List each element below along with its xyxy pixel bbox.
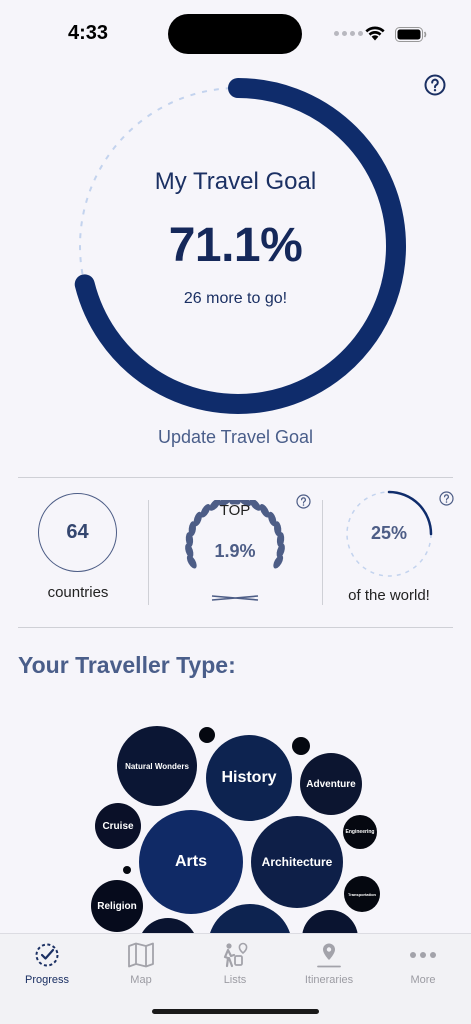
traveller-type-bubble[interactable]: Religion [91,880,143,932]
dynamic-island [168,14,302,54]
traveller-type-bubble[interactable]: History [206,735,292,821]
world-help-icon[interactable] [439,491,454,506]
traveller-type-bubble[interactable]: Arts [139,810,243,914]
signal-icon [334,31,363,36]
tab-label: Map [130,974,152,986]
itineraries-icon [317,943,341,968]
goal-percent: 71.1% [168,219,303,272]
traveller-type-bubble[interactable]: Adventure [300,753,362,815]
bubble-label: Arts [174,853,207,870]
rank-label: TOP [219,502,251,519]
world-percent: 25% [370,523,408,543]
traveller-type-bubble[interactable] [302,910,358,935]
rank-value: 1.9% [214,541,256,561]
bubble-label: Adventure [306,778,356,790]
traveller-type-title: Your Traveller Type: [18,652,236,678]
tab-label: Lists [223,974,247,986]
traveller-type-bubbles: Natural Wonders History Adventure Cruise Art… [0,690,471,935]
tab-label: More [410,974,436,986]
traveller-type-bubble[interactable] [292,737,310,755]
tab-progress[interactable]: Progress [0,940,94,990]
traveller-type-bubble[interactable]: Transportation [344,876,380,912]
traveller-type-bubble[interactable] [208,904,292,935]
map-icon [128,942,154,968]
wifi-icon [365,26,385,41]
bubble-label: Transportation [347,891,376,897]
traveller-type-bubble[interactable]: Architecture [251,816,343,908]
update-travel-goal-button[interactable]: Update Travel Goal [0,427,471,448]
traveller-type-bubble[interactable]: Engineering [343,815,377,849]
divider [322,500,323,605]
help-icon[interactable] [424,74,446,96]
countries-label: countries [47,584,109,601]
countries-count: 64 [66,521,89,543]
status-bar: 4:33 [0,0,471,60]
bubble-label: Religion [97,900,137,912]
bubble-label: History [221,769,277,786]
tab-label: Itineraries [304,974,354,986]
battery-icon [395,27,427,42]
goal-title: My Travel Goal [154,168,317,195]
status-time: 4:33 [68,22,109,44]
bubble-label: Cruise [102,820,134,832]
divider [18,627,453,628]
traveller-type-bubble[interactable] [199,727,215,743]
tab-map[interactable]: Map [94,940,188,990]
rank-help-icon[interactable] [296,494,311,509]
tab-label: Progress [24,974,70,986]
progress-icon [35,943,59,967]
tab-lists[interactable]: Lists [188,940,282,990]
bubble-label: Architecture [261,855,333,869]
bubble-label: Natural Wonders [125,761,189,771]
tab-more[interactable]: More [376,940,470,990]
home-indicator [152,1009,319,1014]
world-label: of the world! [348,587,430,604]
traveller-type-bubble[interactable]: Cruise [95,803,141,849]
tab-itineraries[interactable]: Itineraries [282,940,376,990]
more-icon [410,952,436,958]
traveller-type-bubble[interactable]: Natural Wonders [117,726,197,806]
lists-icon [223,942,248,968]
goal-remaining: 26 more to go! [183,290,288,307]
divider [148,500,149,605]
bubble-label: Engineering [345,829,375,835]
traveller-type-bubble[interactable] [123,866,131,874]
divider [18,477,453,478]
